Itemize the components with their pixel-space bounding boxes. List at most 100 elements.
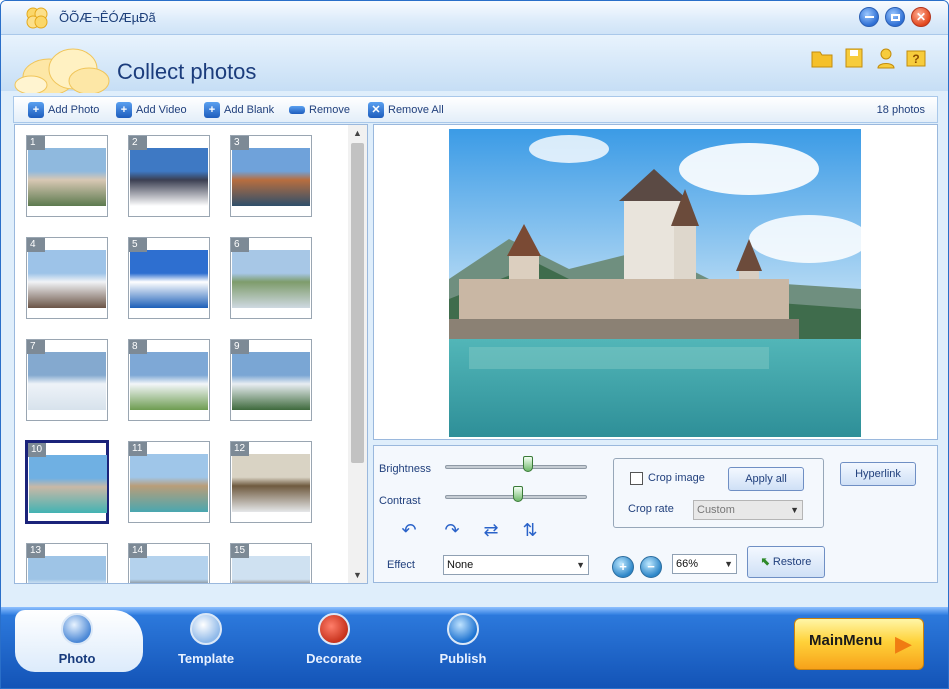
minimize-icon xyxy=(864,16,874,18)
remove-icon xyxy=(289,106,305,114)
help-icon[interactable]: ? xyxy=(904,46,928,70)
crop-rate-select[interactable]: Custom ▼ xyxy=(693,500,803,520)
user-icon[interactable] xyxy=(874,46,898,70)
thumbnail-image xyxy=(232,148,310,206)
thumbnail-image xyxy=(232,352,310,410)
thumbnail-number: 4 xyxy=(27,238,45,252)
thumbnail-number: 2 xyxy=(129,136,147,150)
template-icon xyxy=(190,613,222,645)
crop-group: Crop image Apply all Crop rate Custom ▼ xyxy=(613,458,824,528)
flip-horizontal-icon[interactable]: ⇄ xyxy=(480,519,502,541)
chevron-down-icon: ▼ xyxy=(790,505,799,515)
thumbnail-number: 11 xyxy=(129,442,147,456)
thumbnail-item[interactable]: 3 xyxy=(230,135,312,217)
thumbnail-image xyxy=(130,148,208,206)
thumbnail-item[interactable]: 4 xyxy=(26,237,108,319)
play-arrow-icon: ▶ xyxy=(895,631,912,656)
tab-photo-label: Photo xyxy=(58,651,96,666)
thumbnail-item[interactable]: 14 xyxy=(128,543,210,583)
thumbnail-number: 15 xyxy=(231,544,249,558)
thumbnail-image xyxy=(232,454,310,512)
zoom-select[interactable]: 66% ▼ xyxy=(672,554,737,574)
apply-all-button[interactable]: Apply all xyxy=(728,467,804,491)
zoom-out-icon[interactable]: − xyxy=(640,556,662,578)
page-title: Collect photos xyxy=(117,59,257,84)
thumbnail-number: 7 xyxy=(27,340,45,354)
brightness-slider-handle[interactable] xyxy=(523,456,533,472)
add-video-button[interactable]: + Add Video xyxy=(116,101,187,119)
app-window: ÕÕÆ¬ÊÓÆµÐã ✕ Collect photos ? + Add Phot xyxy=(0,0,949,689)
main-menu-label: MainMenu xyxy=(809,632,883,649)
close-button[interactable]: ✕ xyxy=(911,7,931,27)
thumbnail-number: 3 xyxy=(231,136,249,150)
restore-button[interactable]: ⬉ Restore xyxy=(747,546,825,578)
thumbnail-item[interactable]: 1 xyxy=(26,135,108,217)
folder-icon[interactable] xyxy=(810,46,834,70)
tab-publish-label: Publish xyxy=(439,651,487,666)
crop-rate-value: Custom xyxy=(697,504,735,516)
thumbnail-scrollbar[interactable]: ▲ ▼ xyxy=(348,125,367,583)
thumbnail-item[interactable]: 9 xyxy=(230,339,312,421)
photo-icon xyxy=(61,613,93,645)
thumbnail-list: 1 2 3 4 5 6 7 8 9 10 11 12 13 14 15 ▲ ▼ xyxy=(14,124,368,584)
effect-select[interactable]: None ▼ xyxy=(443,555,589,575)
decorate-icon xyxy=(318,613,350,645)
restore-icon: ⬉ xyxy=(760,556,770,568)
rotate-left-icon[interactable]: ↶ xyxy=(398,519,420,541)
chevron-down-icon: ▼ xyxy=(724,559,733,569)
tab-photo[interactable]: Photo xyxy=(27,613,127,669)
title-bar: ÕÕÆ¬ÊÓÆµÐã ✕ xyxy=(1,1,948,35)
maximize-button[interactable] xyxy=(885,7,905,27)
thumbnail-image xyxy=(130,454,208,512)
thumbnail-number: 13 xyxy=(27,544,45,558)
app-logo-icon xyxy=(26,7,48,29)
flip-vertical-icon[interactable]: ⇅ xyxy=(519,519,541,541)
brightness-label: Brightness xyxy=(379,463,431,475)
hyperlink-button[interactable]: Hyperlink xyxy=(840,462,916,486)
thumbnail-item[interactable]: 15 xyxy=(230,543,312,583)
remove-all-label: Remove All xyxy=(388,104,444,116)
thumbnail-item[interactable]: 7 xyxy=(26,339,108,421)
preview-image xyxy=(449,129,861,437)
remove-all-button[interactable]: ✕ Remove All xyxy=(368,101,444,119)
tab-decorate[interactable]: Decorate xyxy=(284,613,384,669)
maximize-icon xyxy=(890,13,900,21)
crop-image-checkbox[interactable] xyxy=(630,472,643,485)
remove-button[interactable]: Remove xyxy=(289,101,350,119)
thumbnail-item[interactable]: 6 xyxy=(230,237,312,319)
save-icon[interactable] xyxy=(842,46,866,70)
clover-logo-icon xyxy=(14,48,110,93)
main-menu-button[interactable]: MainMenu ▶ xyxy=(794,618,924,670)
scroll-up-icon[interactable]: ▲ xyxy=(348,125,367,141)
tab-template[interactable]: Template xyxy=(156,613,256,669)
brightness-slider[interactable] xyxy=(445,456,587,472)
publish-icon xyxy=(447,613,479,645)
thumbnail-item[interactable]: 10 xyxy=(25,440,109,524)
thumbnail-image xyxy=(29,455,107,513)
thumbnail-image xyxy=(232,556,310,583)
rotate-right-icon[interactable]: ↷ xyxy=(441,519,463,541)
remove-all-icon: ✕ xyxy=(368,102,384,118)
thumbnail-item[interactable]: 5 xyxy=(128,237,210,319)
add-blank-button[interactable]: + Add Blank xyxy=(204,101,274,119)
thumbnail-number: 9 xyxy=(231,340,249,354)
window-title: ÕÕÆ¬ÊÓÆµÐã xyxy=(59,10,156,25)
zoom-in-icon[interactable]: + xyxy=(612,556,634,578)
minimize-button[interactable] xyxy=(859,7,879,27)
thumbnail-image xyxy=(130,250,208,308)
add-photo-button[interactable]: + Add Photo xyxy=(28,101,99,119)
thumbnail-image xyxy=(232,250,310,308)
scroll-thumb[interactable] xyxy=(351,143,364,463)
add-photo-icon: + xyxy=(28,102,44,118)
thumbnail-item[interactable]: 13 xyxy=(26,543,108,583)
contrast-slider-handle[interactable] xyxy=(513,486,523,502)
tab-publish[interactable]: Publish xyxy=(413,613,513,669)
effect-value: None xyxy=(447,559,474,571)
thumbnail-item[interactable]: 2 xyxy=(128,135,210,217)
contrast-slider[interactable] xyxy=(445,486,587,502)
thumbnail-item[interactable]: 8 xyxy=(128,339,210,421)
thumbnail-item[interactable]: 11 xyxy=(128,441,210,523)
thumbnail-item[interactable]: 12 xyxy=(230,441,312,523)
add-photo-label: Add Photo xyxy=(48,104,100,116)
scroll-down-icon[interactable]: ▼ xyxy=(348,567,367,583)
